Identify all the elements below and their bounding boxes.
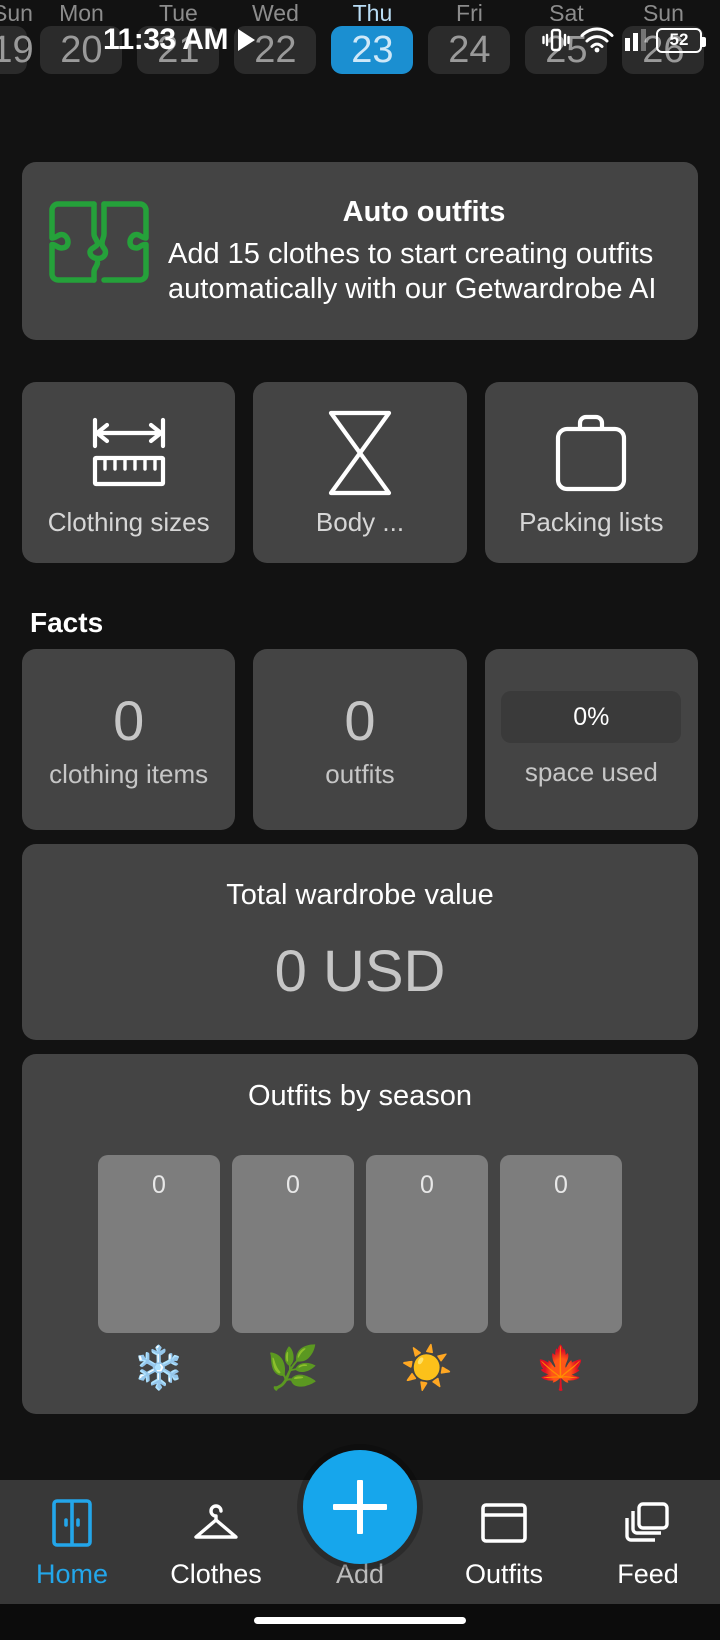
auto-outfits-description: Add 15 clothes to start creating outfits… bbox=[168, 237, 657, 305]
fact-outfits[interactable]: 0 outfits bbox=[253, 649, 467, 830]
wardrobe-icon bbox=[50, 1495, 94, 1551]
space-used-progress-bar: 0% bbox=[501, 691, 682, 743]
tile-clothing-sizes[interactable]: Clothing sizes bbox=[22, 382, 236, 563]
fact-label: space used bbox=[524, 757, 658, 787]
chart-category-icons: ❄️ 🌿 ☀️ 🍁 bbox=[22, 1333, 698, 1391]
nav-label: Home bbox=[35, 1558, 109, 1589]
calendar-day-number[interactable]: 20 bbox=[40, 26, 123, 74]
bar-value-label: 0 bbox=[366, 1155, 488, 1333]
calendar-day-number[interactable]: 22 bbox=[234, 26, 317, 74]
bar-value-label: 0 bbox=[98, 1155, 220, 1333]
calendar-date-strip[interactable]: Sun 19 Mon 20 Tue 21 Wed 22 Thu 23 Fri 2… bbox=[0, 0, 720, 78]
quick-action-tiles: Clothing sizes Body ... Packing lists bbox=[22, 382, 698, 563]
calendar-day-name: Tue bbox=[159, 0, 198, 26]
calendar-day-name: Sun bbox=[0, 0, 33, 26]
facts-heading: Facts bbox=[30, 607, 104, 638]
fact-value: 0 bbox=[344, 689, 376, 752]
tile-label: Body ... bbox=[315, 507, 405, 537]
calendar-day-name: Thu bbox=[352, 0, 393, 26]
ruler-icon bbox=[83, 407, 175, 499]
puzzle-icon bbox=[44, 196, 154, 306]
calendar-day[interactable]: Sat 25 bbox=[518, 0, 615, 74]
calendar-day[interactable]: Wed 22 bbox=[227, 0, 324, 74]
auto-outfits-title: Auto outfits bbox=[342, 195, 506, 228]
nav-label: Clothes bbox=[170, 1558, 262, 1589]
maple-leaf-icon: 🍁 bbox=[534, 1344, 588, 1391]
calendar-day-name: Sat bbox=[549, 0, 584, 26]
chart-bar-winter: 0 bbox=[98, 1155, 220, 1333]
tile-label: Clothing sizes bbox=[47, 507, 210, 537]
total-wardrobe-value-card[interactable]: Total wardrobe value 0 USD bbox=[22, 844, 698, 1040]
bar-value-label: 0 bbox=[232, 1155, 354, 1333]
total-value-amount: 0 USD bbox=[274, 939, 446, 1004]
calendar-day[interactable]: Tue 21 bbox=[130, 0, 227, 74]
fact-value: 0 bbox=[113, 689, 145, 752]
calendar-day[interactable]: Fri 24 bbox=[421, 0, 518, 74]
calendar-day[interactable]: Mon 20 bbox=[33, 0, 130, 74]
fact-space-used[interactable]: 0% space used bbox=[484, 649, 698, 830]
outfits-by-season-card[interactable]: Outfits by season 0 0 0 0 ❄️ 🌿 ☀️ 🍁 bbox=[22, 1054, 698, 1414]
calendar-day-number[interactable]: 26 bbox=[622, 26, 705, 74]
nav-item-outfits[interactable]: Outfits bbox=[432, 1495, 576, 1590]
nav-item-home[interactable]: Home bbox=[0, 1495, 144, 1590]
calendar-day[interactable]: Sun 19 bbox=[0, 0, 34, 74]
tile-packing-lists[interactable]: Packing lists bbox=[484, 382, 698, 563]
tile-body-measurements[interactable]: Body ... bbox=[253, 382, 467, 563]
facts-row: 0 clothing items 0 outfits 0% space used bbox=[22, 649, 698, 830]
auto-outfits-card[interactable]: Auto outfits Add 15 clothes to start cre… bbox=[22, 162, 698, 340]
plus-icon bbox=[333, 1480, 387, 1534]
nav-item-feed[interactable]: Feed bbox=[576, 1495, 720, 1590]
main-content: Auto outfits Add 15 clothes to start cre… bbox=[0, 78, 720, 1640]
fact-clothing-items[interactable]: 0 clothing items bbox=[22, 649, 236, 830]
fact-label: clothing items bbox=[49, 759, 209, 789]
layers-icon bbox=[623, 1495, 673, 1551]
bar-value-label: 0 bbox=[500, 1155, 622, 1333]
calendar-day-name: Sun bbox=[642, 0, 684, 26]
app-screen: Sun 19 Mon 20 Tue 21 Wed 22 Thu 23 Fri 2… bbox=[0, 0, 720, 1640]
chart-bars: 0 0 0 0 bbox=[22, 1155, 698, 1333]
suitcase-icon bbox=[548, 407, 634, 499]
calendar-day-name: Fri bbox=[456, 0, 483, 26]
sprout-icon: 🌿 bbox=[266, 1344, 320, 1391]
auto-outfits-text: Auto outfits Add 15 clothes to start cre… bbox=[154, 196, 680, 307]
calendar-day-name: Mon bbox=[59, 0, 104, 26]
chart-title: Outfits by season bbox=[247, 1080, 473, 1112]
nav-label: Feed bbox=[617, 1558, 679, 1589]
calendar-day-number[interactable]: 24 bbox=[428, 26, 511, 74]
calendar-day-number[interactable]: 19 bbox=[0, 26, 34, 74]
chart-bar-spring: 0 bbox=[232, 1155, 354, 1333]
nav-label: Outfits bbox=[464, 1558, 544, 1589]
calendar-day-number[interactable]: 25 bbox=[525, 26, 608, 74]
window-icon bbox=[479, 1495, 529, 1551]
calendar-day-number[interactable]: 21 bbox=[137, 26, 220, 74]
hanger-icon bbox=[190, 1495, 242, 1551]
home-indicator[interactable] bbox=[254, 1617, 466, 1624]
sun-icon: ☀️ bbox=[400, 1344, 454, 1391]
calendar-day-selected[interactable]: Thu 23 bbox=[324, 0, 421, 74]
nav-item-clothes[interactable]: Clothes bbox=[144, 1495, 288, 1590]
add-floating-action-button[interactable] bbox=[303, 1450, 417, 1564]
space-used-percent: 0% bbox=[573, 702, 610, 731]
chart-bar-autumn: 0 bbox=[500, 1155, 622, 1333]
tile-label: Packing lists bbox=[519, 507, 664, 537]
snowflake-icon: ❄️ bbox=[132, 1344, 186, 1391]
calendar-day-name: Wed bbox=[251, 0, 299, 26]
fact-label: outfits bbox=[325, 759, 395, 789]
chart-bar-summer: 0 bbox=[366, 1155, 488, 1333]
calendar-day-number[interactable]: 23 bbox=[331, 26, 414, 74]
calendar-day[interactable]: Sun 26 bbox=[615, 0, 712, 74]
total-value-title: Total wardrobe value bbox=[226, 879, 494, 911]
hourglass-icon bbox=[323, 407, 397, 499]
